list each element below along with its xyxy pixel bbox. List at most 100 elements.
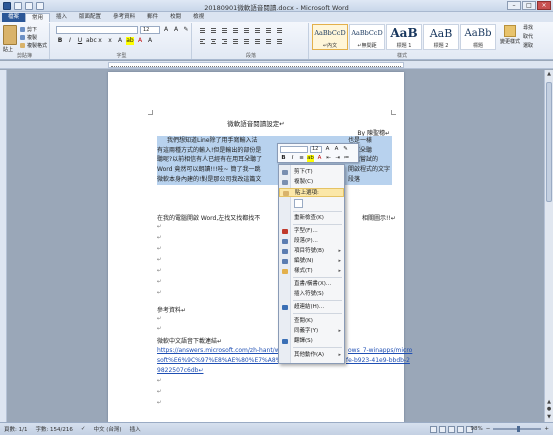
decrease-indent-icon[interactable]: ⇤: [325, 155, 332, 162]
grow-font-icon[interactable]: A: [162, 26, 170, 34]
italic-icon[interactable]: I: [66, 37, 74, 45]
style-heading-1[interactable]: AaB 標題 1: [386, 24, 422, 50]
insert-mode[interactable]: 插入: [130, 425, 141, 433]
tab-references[interactable]: 參考資料: [107, 13, 141, 22]
increase-indent-icon[interactable]: [242, 26, 251, 34]
borders-icon[interactable]: [275, 37, 284, 45]
tab-mailings[interactable]: 郵件: [141, 13, 164, 22]
page-count[interactable]: 頁數: 1/1: [4, 425, 27, 433]
menu-item-paragraph[interactable]: 段落(P)...: [279, 237, 344, 246]
style-heading-2[interactable]: AaB 標題 2: [423, 24, 459, 50]
font-color-icon[interactable]: A: [136, 37, 144, 45]
zoom-slider-knob[interactable]: [516, 426, 520, 432]
text-effects-icon[interactable]: A: [116, 37, 124, 45]
tab-file[interactable]: 檔案: [2, 13, 26, 22]
menu-item-font[interactable]: 字型(F)...: [279, 227, 344, 236]
tab-home[interactable]: 常用: [25, 13, 51, 22]
full-screen-icon[interactable]: [439, 426, 446, 433]
print-layout-icon[interactable]: [430, 426, 437, 433]
format-painter-icon[interactable]: ✎: [342, 146, 349, 153]
menu-item-cut[interactable]: 剪下(T): [279, 168, 344, 177]
zoom-out-icon[interactable]: −: [486, 426, 491, 432]
download-link[interactable]: 9822507c6db↵: [157, 367, 203, 374]
tab-view[interactable]: 檢視: [187, 13, 210, 22]
zoom-slider[interactable]: [493, 426, 542, 432]
zoom-level[interactable]: 98%: [471, 426, 483, 432]
vertical-ruler[interactable]: [0, 70, 7, 422]
underline-icon[interactable]: U: [76, 37, 84, 45]
zoom-in-icon[interactable]: +: [544, 426, 549, 432]
align-center-icon[interactable]: [209, 37, 218, 45]
scroll-up-icon[interactable]: ▲: [546, 71, 552, 78]
menu-item-copy[interactable]: 複製(C): [279, 178, 344, 187]
style-title[interactable]: AaBb 標題: [460, 24, 496, 50]
grow-font-icon[interactable]: A: [324, 146, 331, 153]
strikethrough-icon[interactable]: abc: [86, 37, 97, 45]
shading-icon[interactable]: [264, 37, 273, 45]
next-page-icon[interactable]: ▼: [546, 414, 552, 421]
maximize-button[interactable]: □: [522, 1, 536, 10]
mini-font-name[interactable]: [280, 146, 308, 153]
tab-page-layout[interactable]: 版面配置: [73, 13, 107, 22]
paste-keep-text-icon[interactable]: [294, 199, 303, 208]
line-spacing-icon[interactable]: [253, 37, 262, 45]
format-painter-button[interactable]: 複製格式: [20, 42, 47, 49]
paste-icon[interactable]: [3, 25, 17, 45]
menu-item-translate[interactable]: 翻譯(S): [279, 337, 344, 346]
show-marks-icon[interactable]: [275, 26, 284, 34]
download-link[interactable]: soft%E6%9C%97%E8%AE%80%E7%A8%8E: [157, 357, 289, 364]
find-button[interactable]: 尋找: [523, 24, 533, 31]
align-center-icon[interactable]: ≡: [298, 155, 305, 162]
prev-page-icon[interactable]: ▲: [546, 399, 552, 406]
download-link[interactable]: ows_7-winapps/micro: [348, 347, 412, 354]
bullets-icon[interactable]: [198, 26, 207, 34]
menu-item-text-direction[interactable]: 直書/橫書(X)...: [279, 280, 344, 289]
style-no-spacing[interactable]: AaBbCcD ↵無間距: [349, 24, 385, 50]
change-styles-button[interactable]: 變更樣式: [499, 24, 521, 50]
style-normal[interactable]: AaBbCcD ↵內文: [312, 24, 348, 50]
menu-item-hyperlink[interactable]: 超連結(H)...: [279, 303, 344, 312]
font-color-icon[interactable]: A: [316, 155, 323, 162]
tab-review[interactable]: 校閱: [164, 13, 187, 22]
bold-icon[interactable]: B: [56, 37, 64, 45]
word-count[interactable]: 字數: 154/216: [35, 425, 72, 433]
replace-button[interactable]: 取代: [523, 33, 533, 40]
font-size-box[interactable]: 12: [140, 26, 160, 34]
font-name-box[interactable]: [56, 26, 138, 34]
sort-icon[interactable]: [264, 26, 273, 34]
cut-button[interactable]: 剪下: [20, 26, 37, 33]
scroll-thumb[interactable]: [546, 82, 552, 202]
proofing-icon[interactable]: ✓: [81, 426, 86, 432]
copy-button[interactable]: 複製: [20, 34, 37, 41]
highlight-icon[interactable]: ab: [126, 37, 134, 45]
menu-item-lookup[interactable]: 查閱(K): [279, 317, 344, 326]
horizontal-ruler[interactable]: [0, 61, 553, 69]
menu-item-styles[interactable]: 樣式(T) ▸: [279, 267, 344, 276]
close-button[interactable]: ×: [537, 1, 551, 10]
menu-item-recheck[interactable]: 重新檢查(K): [279, 214, 344, 223]
mini-font-size[interactable]: 12: [310, 146, 322, 153]
distributed-icon[interactable]: [242, 37, 251, 45]
shrink-font-icon[interactable]: A: [333, 146, 340, 153]
web-layout-icon[interactable]: [448, 426, 455, 433]
chinese-layout-icon[interactable]: [253, 26, 262, 34]
download-link[interactable]: https://answers.microsoft.com/zh-hant/w: [157, 347, 280, 354]
menu-item-insert-symbol[interactable]: 插入符號(S): [279, 290, 344, 299]
char-shading-icon[interactable]: A: [146, 37, 154, 45]
italic-icon[interactable]: I: [289, 155, 296, 162]
menu-item-more-actions[interactable]: 其他動作(A) ▸: [279, 351, 344, 360]
superscript-icon[interactable]: x: [106, 37, 114, 45]
menu-item-bullets[interactable]: 項目符號(B) ▸: [279, 247, 344, 256]
menu-item-paste-options[interactable]: 貼上選項:: [279, 188, 344, 197]
select-button[interactable]: 選取: [523, 42, 533, 49]
bullets-icon[interactable]: ≔: [343, 155, 350, 162]
document-page[interactable]: 微軟語音閱讀設定↵ By 陳聖穗↵ 我們想知道Line除了用手寫輸入法 有這兩種…: [108, 72, 412, 422]
justify-icon[interactable]: [231, 37, 240, 45]
menu-item-numbering[interactable]: 編號(N) ▸: [279, 257, 344, 266]
menu-item-synonyms[interactable]: 同義字(Y) ▸: [279, 327, 344, 336]
outline-icon[interactable]: [457, 426, 464, 433]
shrink-font-icon[interactable]: A: [172, 26, 180, 34]
minimize-button[interactable]: –: [507, 1, 521, 10]
multilevel-icon[interactable]: [220, 26, 229, 34]
bold-icon[interactable]: B: [280, 155, 287, 162]
